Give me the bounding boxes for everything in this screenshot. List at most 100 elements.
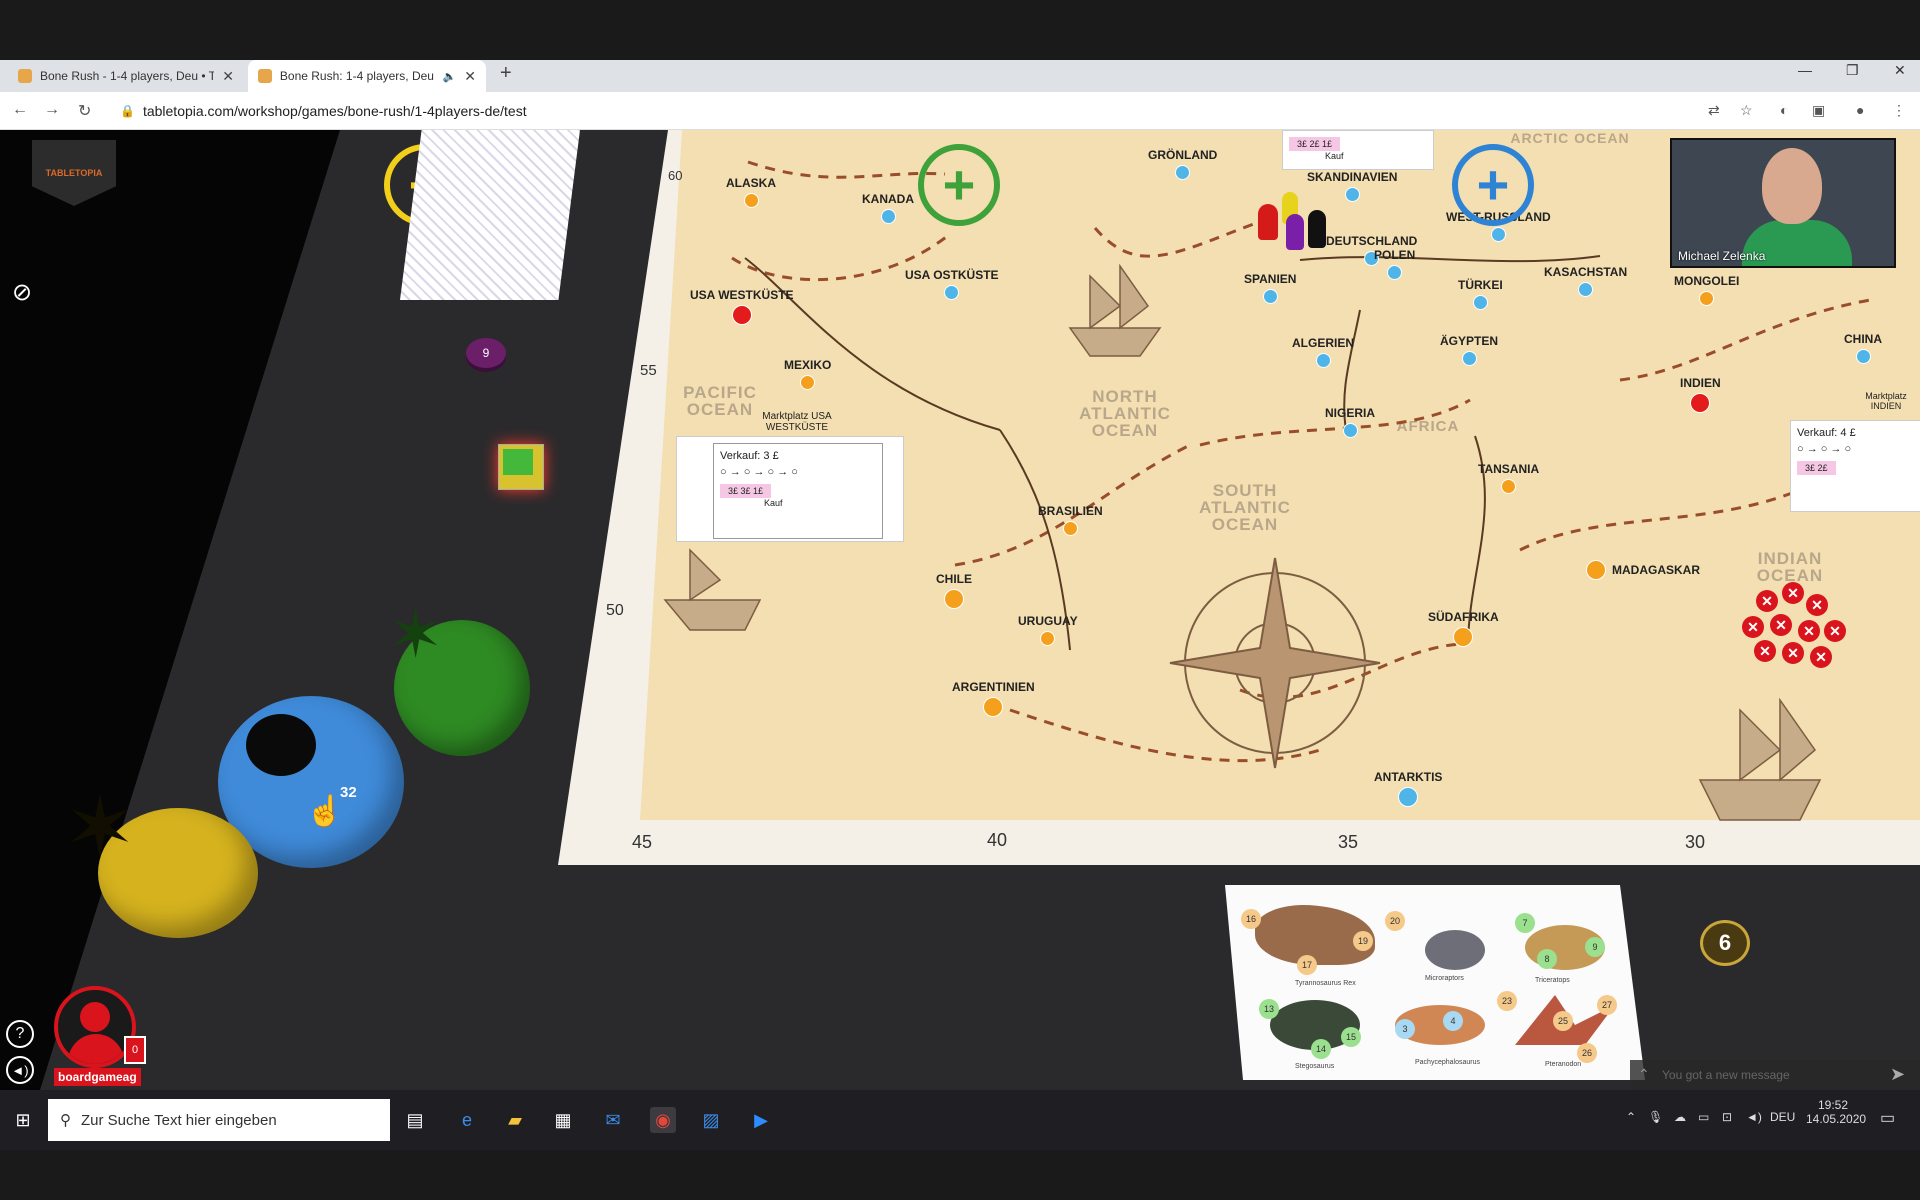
file-explorer-icon[interactable]: ▰ — [502, 1107, 528, 1133]
add-player-blue-button[interactable]: + — [1452, 144, 1534, 226]
city-kasachstan[interactable]: KASACHSTAN — [1544, 265, 1627, 297]
arrow-track-icon: ○ → ○ → ○ → ○ — [720, 466, 798, 478]
webcam-person-face — [1762, 148, 1822, 224]
extension-icon[interactable]: ◐ — [1780, 102, 1788, 118]
help-icon[interactable]: ? — [6, 1020, 34, 1048]
star-icon[interactable]: ☆ — [1740, 102, 1753, 119]
clock[interactable]: 19:52 14.05.2020 — [1806, 1098, 1866, 1126]
windows-start-icon[interactable]: ⊞ — [10, 1107, 36, 1133]
send-icon[interactable]: ➤ — [1890, 1064, 1905, 1085]
new-tab-button[interactable]: + — [500, 62, 512, 85]
language-indicator[interactable]: DEU — [1770, 1110, 1795, 1124]
restore-button[interactable]: ❐ — [1846, 62, 1859, 79]
city-indien[interactable]: INDIEN — [1680, 376, 1721, 413]
cloud-icon[interactable]: ☁ — [1674, 1110, 1686, 1124]
browser-tab-active[interactable]: Bone Rush: 1-4 players, Deu 🔈 ✕ — [248, 60, 486, 92]
chat-bar[interactable]: ⌃ You got a new message ➤ — [1630, 1060, 1920, 1090]
city-groenland[interactable]: GRÖNLAND — [1148, 148, 1217, 180]
dinosaur-card[interactable]: Tyrannosaurus Rex Microraptors Tricerato… — [1225, 885, 1645, 1080]
tray-chevron-icon[interactable]: ⌃ — [1626, 1110, 1636, 1124]
city-madagaskar[interactable]: MADAGASKAR — [1586, 560, 1700, 580]
city-tansania[interactable]: TANSANIA — [1478, 462, 1539, 494]
city-alaska[interactable]: ALASKA — [726, 176, 776, 208]
network-icon[interactable]: ⊡ — [1722, 1110, 1732, 1124]
close-tab-icon[interactable]: ✕ — [464, 68, 476, 85]
city-mexiko[interactable]: MEXIKO — [784, 358, 831, 390]
back-icon[interactable]: ← — [12, 101, 28, 119]
city-suedafrika[interactable]: SÜDAFRIKA — [1428, 610, 1499, 647]
city-brasilien[interactable]: BRASILIEN — [1038, 504, 1103, 536]
extension-icon-2[interactable]: ▣ — [1812, 102, 1825, 119]
edge-icon[interactable]: e — [454, 1107, 480, 1133]
game-viewport[interactable]: TABLETOPIA ⊘ 60 55 50 45 40 35 30 PACIFI… — [0, 130, 1920, 1090]
market-card-top[interactable]: 3£ 2£ 1£ Kauf — [1282, 130, 1434, 170]
reload-icon[interactable]: ↻ — [78, 101, 91, 121]
photos-icon[interactable]: ▨ — [698, 1107, 724, 1133]
sound-icon[interactable]: ◄) — [6, 1056, 34, 1084]
speaker-icon[interactable]: 🔈 — [443, 70, 457, 83]
profile-icon[interactable]: ● — [1856, 102, 1864, 118]
glowing-die[interactable] — [498, 444, 544, 490]
market-title: Marktplatz INDIEN — [1865, 391, 1907, 411]
lock-icon: 🔒 — [120, 104, 135, 118]
city-usa-ostkueste[interactable]: USA OSTKÜSTE — [905, 268, 999, 300]
red-marker-pile[interactable]: ✕ ✕ ✕ ✕ ✕ ✕ ✕ ✕ ✕ ✕ — [1736, 580, 1846, 680]
card-deck[interactable] — [400, 130, 580, 300]
city-algerien[interactable]: ALGERIEN — [1292, 336, 1354, 368]
city-mongolei[interactable]: MONGOLEI — [1674, 274, 1739, 306]
dice-token[interactable]: 6 — [1700, 920, 1750, 966]
city-polen[interactable]: POLEN — [1374, 248, 1415, 280]
player-pawns[interactable] — [1258, 192, 1330, 252]
city-usa-westkueste[interactable]: USA WESTKÜSTE — [690, 288, 794, 325]
buy-label: Kauf — [1325, 151, 1344, 161]
city-china[interactable]: CHINA — [1844, 332, 1882, 364]
battery-icon[interactable]: ▭ — [1698, 1110, 1709, 1124]
city-tuerkei[interactable]: TÜRKEI — [1458, 278, 1503, 310]
city-uruguay[interactable]: URUGUAY — [1018, 614, 1078, 646]
city-chile[interactable]: CHILE — [936, 572, 972, 609]
notifications-icon[interactable]: ▭ — [1880, 1108, 1895, 1128]
menu-icon[interactable]: ⋮ — [1892, 102, 1906, 119]
chrome-icon[interactable]: ◉ — [650, 1107, 676, 1133]
city-spanien[interactable]: SPANIEN — [1244, 272, 1296, 304]
player-name: boardgameag — [54, 1068, 141, 1086]
forward-icon[interactable]: → — [44, 101, 60, 119]
top-letterbox — [0, 0, 1920, 60]
url-text: tabletopia.com/workshop/games/bone-rush/… — [142, 103, 527, 119]
chat-input[interactable]: You got a new message — [1662, 1068, 1790, 1082]
webcam-name: Michael Zelenka — [1678, 249, 1766, 263]
task-view-icon[interactable]: ▤ — [402, 1107, 428, 1133]
minimize-button[interactable]: — — [1798, 62, 1812, 78]
search-icon: ⚲ — [60, 1112, 71, 1129]
add-player-green-button[interactable]: + — [918, 144, 1000, 226]
buy-label: Kauf — [764, 498, 783, 508]
city-kanada[interactable]: KANADA — [862, 192, 914, 224]
city-argentinien[interactable]: ARGENTINIEN — [952, 680, 1035, 717]
store-icon[interactable]: ▦ — [550, 1107, 576, 1133]
volume-icon[interactable]: ◄) — [1746, 1110, 1762, 1124]
browser-tab[interactable]: Bone Rush - 1-4 players, Deu • Ta ✕ — [8, 60, 244, 92]
market-card-usa-westkueste[interactable]: Marktplatz USA WESTKÜSTE Verkauf: 3 £ ○ … — [676, 411, 904, 542]
webcam-video[interactable]: Michael Zelenka — [1670, 138, 1896, 268]
zoom-icon[interactable]: ▶ — [748, 1107, 774, 1133]
mail-icon[interactable]: ✉ — [600, 1107, 626, 1133]
market-card-indien[interactable]: Marktplatz INDIEN Verkauf: 4 £ ○ → ○ → ○… — [1790, 391, 1920, 512]
close-tab-icon[interactable]: ✕ — [222, 68, 234, 85]
address-bar[interactable]: 🔒 tabletopia.com/workshop/games/bone-rus… — [120, 99, 1680, 123]
pawn-token[interactable]: 9 — [466, 338, 506, 368]
microphone-icon[interactable]: 🎙 — [1648, 1110, 1663, 1124]
city-nigeria[interactable]: NIGERIA — [1325, 406, 1375, 438]
player-card-count: 0 — [124, 1036, 146, 1064]
translate-icon[interactable]: ⇄ — [1708, 102, 1720, 119]
dino-microraptor — [1425, 930, 1485, 970]
windows-taskbar: ⊞ ⚲ Zur Suche Text hier eingeben ▤ e ▰ ▦… — [0, 1090, 1920, 1150]
taskbar-search[interactable]: ⚲ Zur Suche Text hier eingeben — [48, 1099, 390, 1141]
close-window-button[interactable]: ✕ — [1894, 62, 1906, 79]
market-title: Marktplatz USA WESTKÜSTE — [762, 411, 832, 433]
buy-prices: 3£ 2£ 1£ — [1289, 137, 1341, 151]
city-antarktis[interactable]: ANTARKTIS — [1374, 770, 1442, 807]
sale-price: Verkauf: 4 £ — [1797, 427, 1856, 439]
chevron-up-icon[interactable]: ⌃ — [1638, 1066, 1650, 1083]
city-aegypten[interactable]: ÄGYPTEN — [1440, 334, 1498, 366]
browser-tabstrip: Bone Rush - 1-4 players, Deu • Ta ✕ Bone… — [0, 60, 1920, 92]
